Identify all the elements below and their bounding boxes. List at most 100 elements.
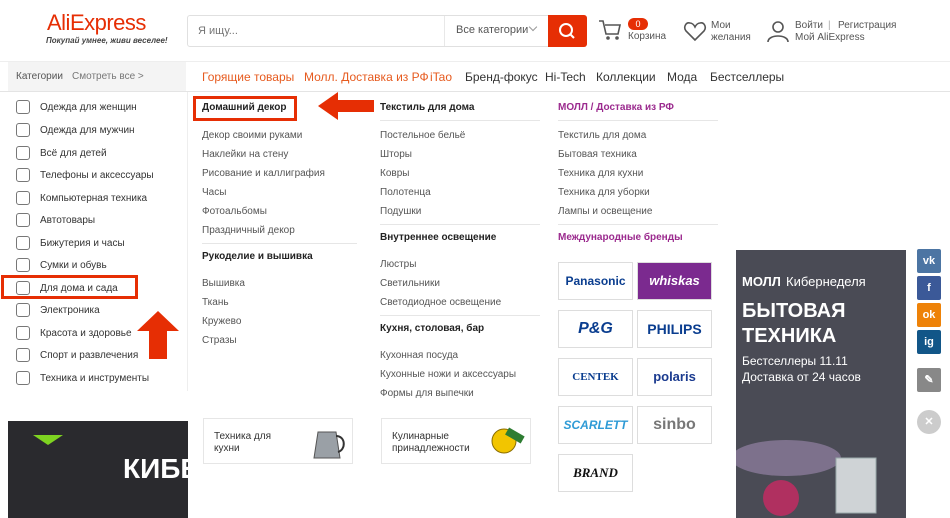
category-item[interactable]: Автотовары	[40, 215, 95, 226]
category-item[interactable]: Телефоны и аксессуары	[40, 170, 154, 181]
cart-icon[interactable]	[598, 19, 622, 46]
mall-cyberweek-banner[interactable]: МОЛЛ Кибернеделя БЫТОВАЯ ТЕХНИКА Бестсел…	[736, 250, 906, 518]
brand-tile-polaris[interactable]: polaris	[637, 358, 712, 396]
promo-card-cooking[interactable]: Кулинарные принадлежности	[381, 418, 531, 464]
instagram-icon[interactable]: ig	[917, 330, 941, 354]
wishlist-label-2[interactable]: желания	[711, 32, 751, 44]
heart-icon[interactable]	[683, 20, 707, 47]
col-link[interactable]: Вышивка	[202, 278, 245, 289]
category-item[interactable]: Техника и инструменты	[40, 373, 149, 384]
ring-icon	[16, 236, 30, 250]
divider	[380, 120, 540, 121]
col-link[interactable]: Полотенца	[380, 187, 431, 198]
nav-itao[interactable]: iTao	[430, 70, 452, 84]
col-link[interactable]: Стразы	[202, 335, 237, 346]
col-link[interactable]: Лампы и освещение	[558, 206, 652, 217]
pencil-icon[interactable]: ✎	[917, 368, 941, 392]
category-item[interactable]: Сумки и обувь	[40, 260, 107, 271]
brand-tile-brand[interactable]: BRAND	[558, 454, 633, 492]
my-aliexpress-link[interactable]: Мой AliExpress	[795, 32, 865, 44]
aliexpress-logo[interactable]: AliExpress	[47, 10, 146, 36]
tool-icon	[16, 371, 30, 385]
col-link[interactable]: Рисование и каллиграфия	[202, 168, 325, 179]
category-item[interactable]: Красота и здоровье	[40, 328, 132, 339]
col-link[interactable]: Текстиль для дома	[558, 130, 646, 141]
search-input[interactable]	[188, 16, 443, 46]
left-promo-banner[interactable]: КИБЕ	[8, 421, 199, 518]
col-heading[interactable]: Внутреннее освещение	[380, 232, 496, 243]
brand-tile-panasonic[interactable]: Panasonic	[558, 262, 633, 300]
odnoklassniki-icon[interactable]: ok	[917, 303, 941, 327]
col-link[interactable]: Ковры	[380, 168, 409, 179]
brand-tile-sinbo[interactable]: sinbo	[637, 406, 712, 444]
col-link[interactable]: Техника для уборки	[558, 187, 650, 198]
brand-tile-scarlett[interactable]: SCARLETT	[558, 406, 633, 444]
ball-icon	[16, 348, 30, 362]
login-link[interactable]: Войти	[795, 20, 823, 32]
col-link[interactable]: Кружево	[202, 316, 241, 327]
highlight-box	[1, 275, 138, 299]
col-heading[interactable]: Текстиль для дома	[380, 102, 474, 113]
banner-line-1: Бестселлеры 11.11	[742, 354, 848, 368]
category-item[interactable]: Одежда для женщин	[40, 102, 137, 113]
col-link[interactable]: Постельное бельё	[380, 130, 465, 141]
category-item[interactable]: Электроника	[40, 305, 100, 316]
col-link[interactable]: Часы	[202, 187, 226, 198]
col-link[interactable]: Люстры	[380, 259, 416, 270]
shirt-icon	[16, 123, 30, 137]
category-item[interactable]: Компьютерная техника	[40, 193, 147, 204]
brand-tile-whiskas[interactable]: whiskas	[637, 262, 712, 300]
user-icon[interactable]	[766, 19, 790, 48]
facebook-icon[interactable]: f	[917, 276, 941, 300]
nav-brand-focus[interactable]: Бренд-фокус	[465, 70, 538, 84]
nav-hitech[interactable]: Hi-Tech	[545, 70, 586, 84]
col-link[interactable]: Светодиодное освещение	[380, 297, 501, 308]
col-link[interactable]: Кухонная посуда	[380, 350, 458, 361]
category-item[interactable]: Бижутерия и часы	[40, 238, 125, 249]
promo-card-kitchen-tech[interactable]: Техника для кухни	[203, 418, 353, 464]
category-item[interactable]: Всё для детей	[40, 148, 107, 159]
banner-big-2: ТЕХНИКА	[742, 325, 837, 347]
col-link[interactable]: Бытовая техника	[558, 149, 637, 160]
close-icon[interactable]: ✕	[917, 410, 941, 434]
col-link[interactable]: Декор своими руками	[202, 130, 302, 141]
register-link[interactable]: Регистрация	[838, 20, 896, 32]
wishlist-label-1[interactable]: Мои	[711, 20, 731, 32]
col-link[interactable]: Светильники	[380, 278, 440, 289]
category-item[interactable]: Спорт и развлечения	[40, 350, 138, 361]
nav-bestsellers[interactable]: Бестселлеры	[710, 70, 784, 84]
promo-title-1: Кулинарные	[392, 431, 449, 442]
col-link[interactable]: Шторы	[380, 149, 412, 160]
separator: |	[828, 20, 831, 31]
col-link[interactable]: Подушки	[380, 206, 421, 217]
col-link[interactable]: Ткань	[202, 297, 229, 308]
col-heading[interactable]: Домашний декор	[202, 102, 287, 113]
col-link[interactable]: Техника для кухни	[558, 168, 643, 179]
search-icon	[559, 23, 575, 39]
col-link[interactable]: Формы для выпечки	[380, 388, 474, 399]
appliances-image	[736, 440, 877, 516]
brand-tile-centek[interactable]: CENTEK	[558, 358, 633, 396]
banner-title-a: МОЛЛ	[742, 274, 781, 289]
bottle-icon	[16, 146, 30, 160]
vk-icon[interactable]: vk	[917, 249, 941, 273]
col-heading[interactable]: Международные бренды	[558, 232, 683, 243]
col-link[interactable]: Праздничный декор	[202, 225, 295, 236]
col-heading[interactable]: Кухня, столовая, бар	[380, 323, 484, 334]
cart-label[interactable]: Корзина	[628, 31, 666, 43]
col-heading[interactable]: МОЛЛ / Доставка из РФ	[558, 102, 674, 113]
nav-hot-deals[interactable]: Горящие товары	[202, 70, 294, 84]
col-link[interactable]: Фотоальбомы	[202, 206, 267, 217]
brand-tile-pg[interactable]: P&G	[558, 310, 633, 348]
col-link[interactable]: Наклейки на стену	[202, 149, 288, 160]
nav-mall[interactable]: Молл. Доставка из РФ	[304, 70, 429, 84]
col-heading[interactable]: Рукоделие и вышивка	[202, 251, 313, 262]
col-link[interactable]: Кухонные ножи и аксессуары	[380, 369, 516, 380]
kettle-icon	[313, 431, 345, 459]
search-button[interactable]	[548, 15, 587, 47]
nav-fashion[interactable]: Мода	[667, 70, 697, 84]
brand-tile-philips[interactable]: PHILIPS	[637, 310, 712, 348]
category-item[interactable]: Одежда для мужчин	[40, 125, 135, 136]
see-all-link[interactable]: Смотреть все >	[72, 71, 144, 82]
nav-collections[interactable]: Коллекции	[596, 70, 656, 84]
